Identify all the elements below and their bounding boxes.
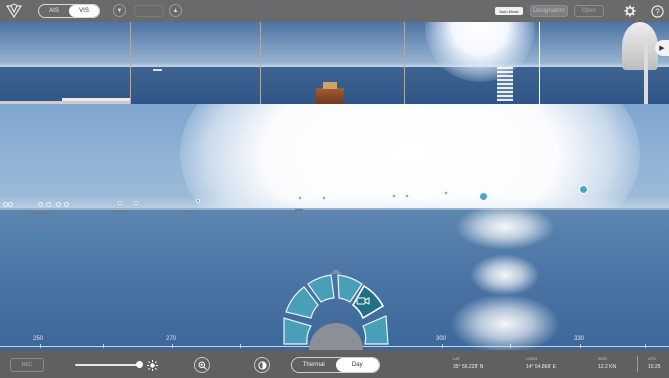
bottom-bar: REC Thermal Day LAT 35° 56.228' N LONG 1… [0,350,669,378]
long-label: LONG [526,356,538,361]
utc-label: UTC [648,356,657,361]
thumbnail-5[interactable]: ▶ [540,22,669,104]
logo-icon [6,3,22,19]
help-icon[interactable]: ? [650,4,664,18]
zoom-in-icon [198,361,207,370]
ais-target-marker[interactable] [444,191,448,195]
play-icon[interactable]: ▶ [655,40,669,56]
dial-segment[interactable] [362,315,389,345]
thumbnail-2[interactable] [131,22,261,104]
long-readout: LONG 14° 54.868' E [526,356,556,370]
disabled-field [134,5,164,17]
rec-button[interactable]: REC [10,358,44,372]
long-value: 14° 54.868' E [526,364,556,370]
utc-readout: UTC 15:25 [648,356,661,370]
ais-target-marker[interactable] [392,194,396,198]
brightness-slider-thumb[interactable] [136,361,143,368]
ais-target-marker[interactable] [298,196,302,200]
mode-thermal-option[interactable]: Thermal [292,358,336,372]
sun-icon [146,357,158,373]
zoom-button[interactable] [194,357,210,373]
source-ais-option[interactable]: AIS [39,5,69,17]
dial-center [309,323,363,350]
scale-label: 270 [166,336,177,342]
ais-target-marker[interactable] [579,185,588,194]
source-toggle[interactable]: AIS VIS [38,4,100,18]
lat-value: 35° 56.228' N [453,364,484,370]
mode-day-option[interactable]: Day [335,358,379,372]
camera-mode-toggle[interactable]: Thermal Day [291,357,380,373]
top-bar: AIS VIS ▼ ▲ Auto Mode Designation Open ? [0,0,669,22]
open-button[interactable]: Open [574,5,604,17]
ais-target-marker[interactable] [134,201,138,205]
svg-text:?: ? [655,7,660,16]
lat-label: LAT [453,356,461,361]
utc-value: 15:25 [648,364,661,370]
thumbnail-3[interactable] [261,22,405,104]
ais-target-marker[interactable] [405,194,409,198]
divider [637,356,638,372]
contrast-icon [257,360,267,370]
camera-control-dial[interactable] [283,268,389,350]
source-vis-option[interactable]: VIS [69,5,99,17]
auto-mode-badge[interactable]: Auto Mode [495,7,523,15]
designation-button[interactable]: Designation [530,5,568,17]
scale-label: 300 [436,336,447,342]
sog-value: 12.2 KN [598,364,617,370]
ais-target-marker[interactable] [479,192,488,201]
scale-label: 250 [33,336,44,342]
sog-label: SOG [598,356,607,361]
app-window: AIS VIS ▼ ▲ Auto Mode Designation Open ? [0,0,669,378]
contrast-button[interactable] [254,357,270,373]
gear-icon[interactable] [623,4,637,18]
thumbnail-1[interactable] [0,22,131,104]
dial-segment[interactable] [283,317,312,345]
brightness-slider-track[interactable] [75,364,141,366]
scale-label: 330 [574,336,585,342]
sog-readout: SOG 12.2 KN [598,356,616,370]
lat-readout: LAT 35° 56.228' N [453,356,483,370]
ais-target-marker[interactable] [118,201,122,205]
ais-target-marker[interactable] [322,196,326,200]
thumbnail-strip: ▶ [0,22,669,104]
triangle-down-icon[interactable]: ▼ [113,4,126,17]
triangle-up-icon[interactable]: ▲ [169,4,182,17]
thumbnail-4-selected[interactable] [405,22,540,104]
ais-target-marker[interactable] [196,199,200,203]
